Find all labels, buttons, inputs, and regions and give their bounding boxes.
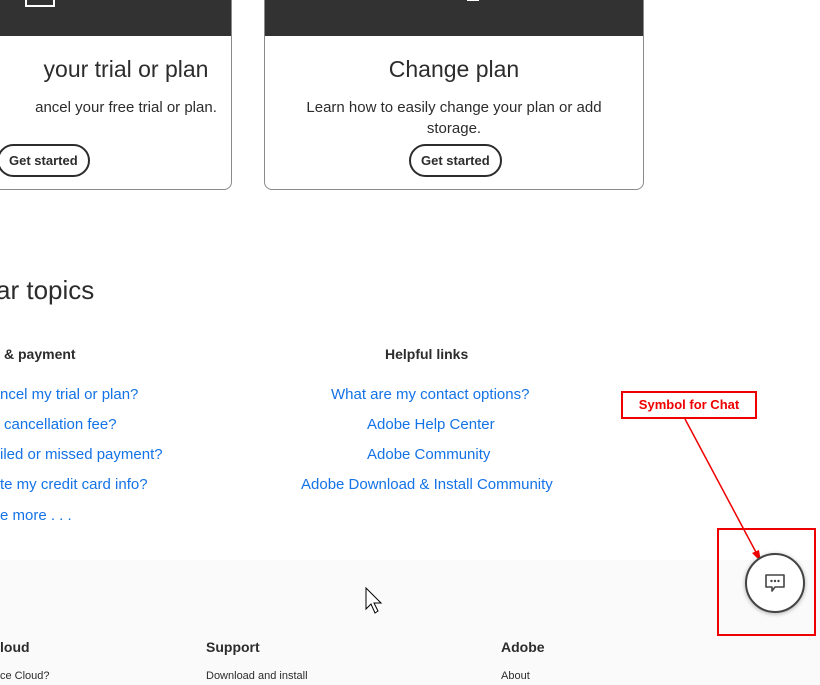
annotation-arrow (684, 418, 761, 562)
chat-button[interactable] (745, 553, 805, 613)
chat-bubble-icon (765, 574, 785, 592)
annotation-label: Symbol for Chat (621, 391, 757, 419)
